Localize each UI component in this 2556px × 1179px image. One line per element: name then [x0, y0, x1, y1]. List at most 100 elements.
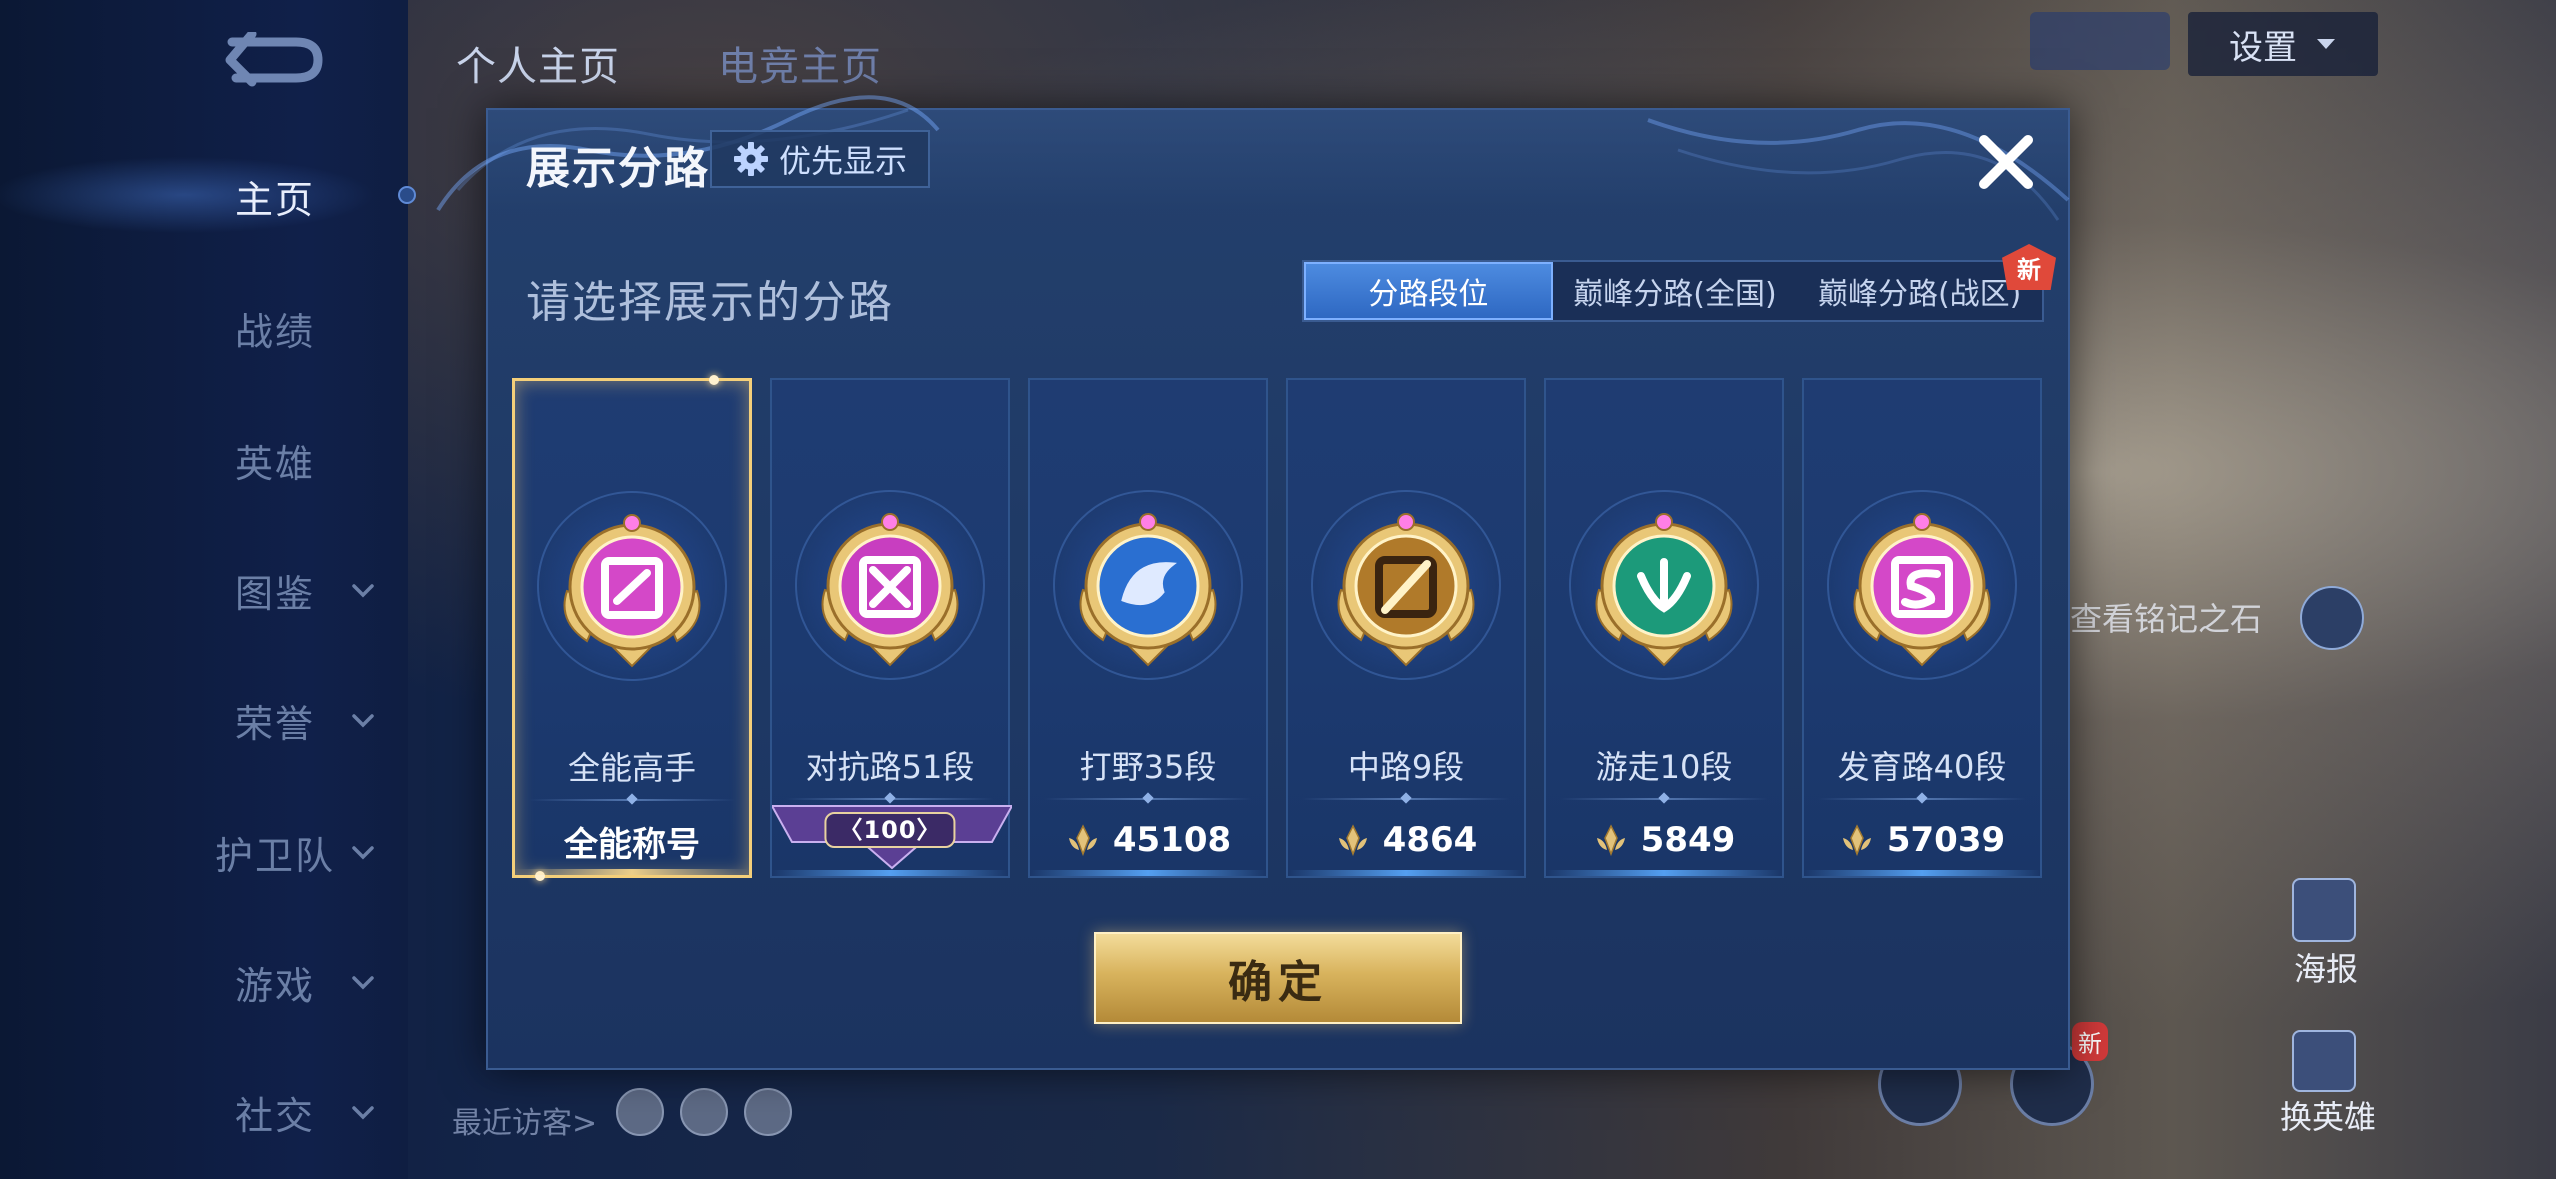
allround-emblem-icon: [563, 514, 701, 668]
lane-card[interactable]: 发育路40段 57039: [1802, 378, 2042, 878]
lane-card[interactable]: 全能高手 全能称号: [512, 375, 752, 881]
swap-hero-icon[interactable]: [2292, 1030, 2356, 1092]
chevron-down-icon: [352, 976, 374, 990]
visitor-avatar[interactable]: [680, 1088, 728, 1136]
sidebar-item[interactable]: 主页: [200, 166, 390, 226]
tab-label: 巅峰分路(全国): [1573, 277, 1777, 312]
peak-points-value: 57039: [1886, 820, 2006, 860]
sidebar-item[interactable]: 游戏: [200, 952, 390, 1012]
sidebar-item[interactable]: 荣誉: [200, 690, 390, 750]
lane-card[interactable]: 打野35段 45108: [1028, 378, 1268, 878]
sidebar-item[interactable]: 护卫队: [200, 822, 390, 882]
chevron-down-icon: [2317, 39, 2335, 49]
dialog-subtitle: 请选择展示的分路: [526, 277, 894, 328]
sidebar-item-label: 社交: [234, 1093, 315, 1138]
peak-points-value: 45108: [1112, 820, 1232, 860]
peak-points-icon: [1596, 824, 1625, 857]
lane-score: 全能称号: [515, 813, 749, 869]
lane-score: 57039: [1804, 812, 2040, 868]
title-label: 全能称号: [564, 824, 700, 865]
chevron-down-icon: [352, 846, 374, 860]
lane-rank-label: 游走10段: [1595, 748, 1733, 786]
priority-display-label: 优先显示: [778, 142, 907, 180]
visitor-avatar[interactable]: [616, 1088, 664, 1136]
priority-display-button[interactable]: 优先显示: [710, 130, 930, 188]
lane-score: 45108: [1030, 812, 1266, 868]
star-count: 〈100〉: [824, 812, 956, 848]
tab-lane-type[interactable]: 巅峰分路(全国): [1553, 262, 1798, 320]
peak-points-value: 4864: [1382, 820, 1478, 860]
sidebar-item[interactable]: 社交: [200, 1082, 390, 1142]
rank-banner: 〈100〉: [772, 802, 1008, 872]
tab-esports-home[interactable]: 电竞主页: [718, 34, 882, 92]
sidebar-item-label: 图鉴: [234, 571, 315, 616]
gear-icon: [733, 142, 768, 176]
settings-label: 设置: [2229, 27, 2297, 68]
peak-points-icon: [1068, 824, 1097, 857]
sidebar-item-label: 英雄: [234, 441, 315, 486]
peak-points-value: 5849: [1640, 820, 1736, 860]
sidebar-item[interactable]: 英雄: [200, 430, 390, 490]
dialog-title: 展示分路: [526, 143, 710, 194]
lane-card[interactable]: 中路9段 4864: [1286, 378, 1526, 878]
hint-text[interactable]: 查看铭记之石: [2070, 594, 2262, 640]
tab-lane-type[interactable]: 分路段位: [1304, 262, 1553, 320]
poster-icon[interactable]: [2292, 878, 2356, 942]
swap-hero-label[interactable]: 换英雄: [2280, 1092, 2376, 1138]
lane-card[interactable]: 游走10段 5849: [1544, 378, 1784, 878]
settings-button[interactable]: 设置: [2188, 12, 2378, 76]
card-divider: [1044, 798, 1252, 800]
recent-visitors-link[interactable]: 最近访客>: [452, 1098, 597, 1142]
lane-rank-label: 打野35段: [1079, 748, 1217, 786]
sidebar-active-indicator: [398, 186, 416, 204]
sidebar-item[interactable]: 图鉴: [200, 560, 390, 620]
tab-label: 巅峰分路(战区): [1817, 277, 2022, 312]
card-divider: [1302, 798, 1510, 800]
farm-lane-emblem-icon: [1853, 513, 1991, 667]
sidebar-item-label: 护卫队: [214, 833, 335, 878]
chevron-down-icon: [352, 1106, 374, 1120]
lane-rank-label: 全能高手: [567, 749, 696, 787]
lane-score: 4864: [1288, 812, 1524, 868]
new-badge-small: 新: [2072, 1022, 2108, 1061]
sidebar-item-label: 游戏: [234, 963, 315, 1008]
poster-label[interactable]: 海报: [2294, 944, 2358, 990]
peak-points-icon: [1842, 824, 1871, 857]
close-button[interactable]: [1970, 126, 2042, 198]
clash-lane-emblem-icon: [821, 513, 959, 667]
tab-lane-type[interactable]: 巅峰分路(战区) 新: [1797, 244, 2057, 320]
sidebar-item-label: 战绩: [234, 309, 315, 354]
back-icon[interactable]: [222, 32, 326, 88]
sidebar-item-label: 荣誉: [234, 701, 315, 746]
realname-badge: [2030, 12, 2170, 70]
chevron-down-icon: [352, 584, 374, 598]
visitor-avatar[interactable]: [744, 1088, 792, 1136]
confirm-button[interactable]: 确定: [1094, 932, 1462, 1024]
lane-card-list: 全能高手 全能称号 对抗路51段 〈100〉 打野35段 45108 中路9段 4864 游走1…: [512, 375, 2056, 881]
card-divider: [1560, 798, 1768, 800]
sidebar-item[interactable]: 战绩: [200, 298, 390, 358]
selection-sparkle: [535, 871, 545, 881]
lane-rank-label: 发育路40段: [1837, 748, 2007, 786]
card-divider: [529, 799, 735, 801]
lane-type-tabs: 分路段位 巅峰分路(全国) 巅峰分路(战区) 新: [1302, 244, 2057, 322]
peak-points-icon: [1338, 824, 1367, 857]
jungle-emblem-icon: [1079, 513, 1217, 667]
lane-score: 5849: [1546, 812, 1782, 868]
lane-card[interactable]: 对抗路51段 〈100〉: [770, 378, 1012, 878]
hint-button[interactable]: [2300, 586, 2364, 650]
lane-rank-label: 中路9段: [1347, 748, 1465, 786]
close-icon: [1979, 135, 2033, 189]
lane-rank-label: 对抗路51段: [805, 748, 975, 786]
card-divider: [1818, 798, 2026, 800]
selection-sparkle: [709, 375, 719, 385]
tab-label: 分路段位: [1368, 277, 1489, 312]
new-badge: 新: [2002, 244, 2057, 290]
sidebar-item-label: 主页: [234, 177, 315, 222]
mid-lane-emblem-icon: [1337, 513, 1475, 667]
chevron-down-icon: [352, 714, 374, 728]
roam-emblem-icon: [1595, 513, 1733, 667]
card-divider: [786, 798, 994, 800]
lane-display-dialog: 展示分路 优先显示 请选择展示的分路 分路段位 巅峰分路(全国) 巅峰分路(战区) 新…: [436, 95, 2070, 1070]
tab-personal-home[interactable]: 个人主页: [456, 34, 620, 92]
